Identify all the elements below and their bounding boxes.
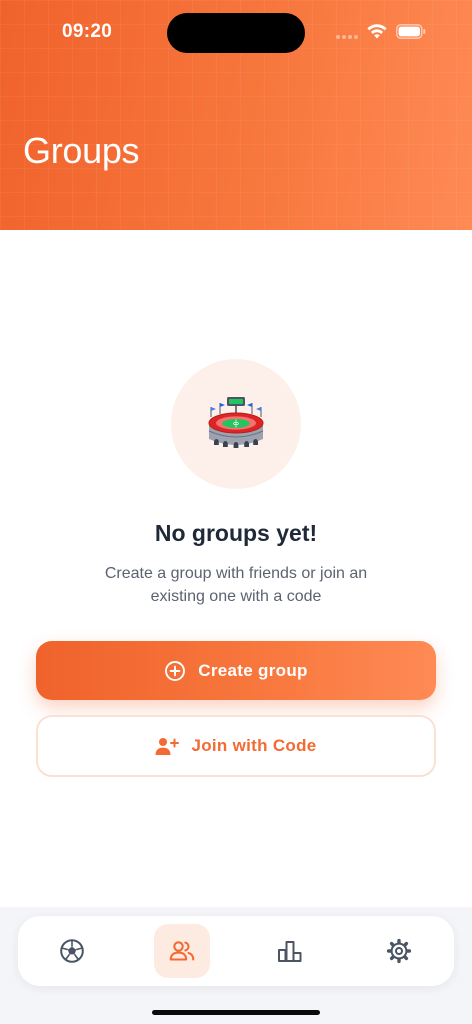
tab-settings[interactable]: [371, 924, 427, 978]
user-plus-icon: [155, 738, 180, 755]
tab-leaderboard[interactable]: [262, 924, 318, 978]
soccer-ball-icon: [60, 939, 84, 963]
dynamic-island: [167, 13, 305, 53]
users-icon: [169, 941, 195, 961]
bar-chart-icon: [278, 941, 302, 962]
empty-state-title: No groups yet!: [154, 520, 318, 546]
join-with-code-button[interactable]: Join with Code: [36, 715, 436, 777]
header: 09:20 Groups: [0, 0, 472, 230]
cellular-signal-icon: [336, 35, 358, 39]
page-title: Groups: [23, 130, 140, 171]
empty-state-illustration: [171, 359, 301, 489]
home-indicator: [152, 1010, 320, 1015]
wifi-icon: [367, 24, 387, 39]
status-time: 09:20: [62, 21, 113, 42]
stadium-icon: [208, 397, 264, 448]
create-group-label: Create group: [198, 660, 308, 680]
create-group-button[interactable]: Create group: [36, 641, 436, 700]
gear-icon: [386, 938, 412, 964]
plus-circle-icon: [165, 660, 186, 681]
tab-matches[interactable]: [44, 924, 100, 978]
tab-groups[interactable]: [154, 924, 210, 978]
battery-icon: [396, 24, 426, 39]
join-with-code-label: Join with Code: [191, 736, 317, 755]
empty-state-description: Create a group with friends or join an e…: [104, 565, 368, 605]
